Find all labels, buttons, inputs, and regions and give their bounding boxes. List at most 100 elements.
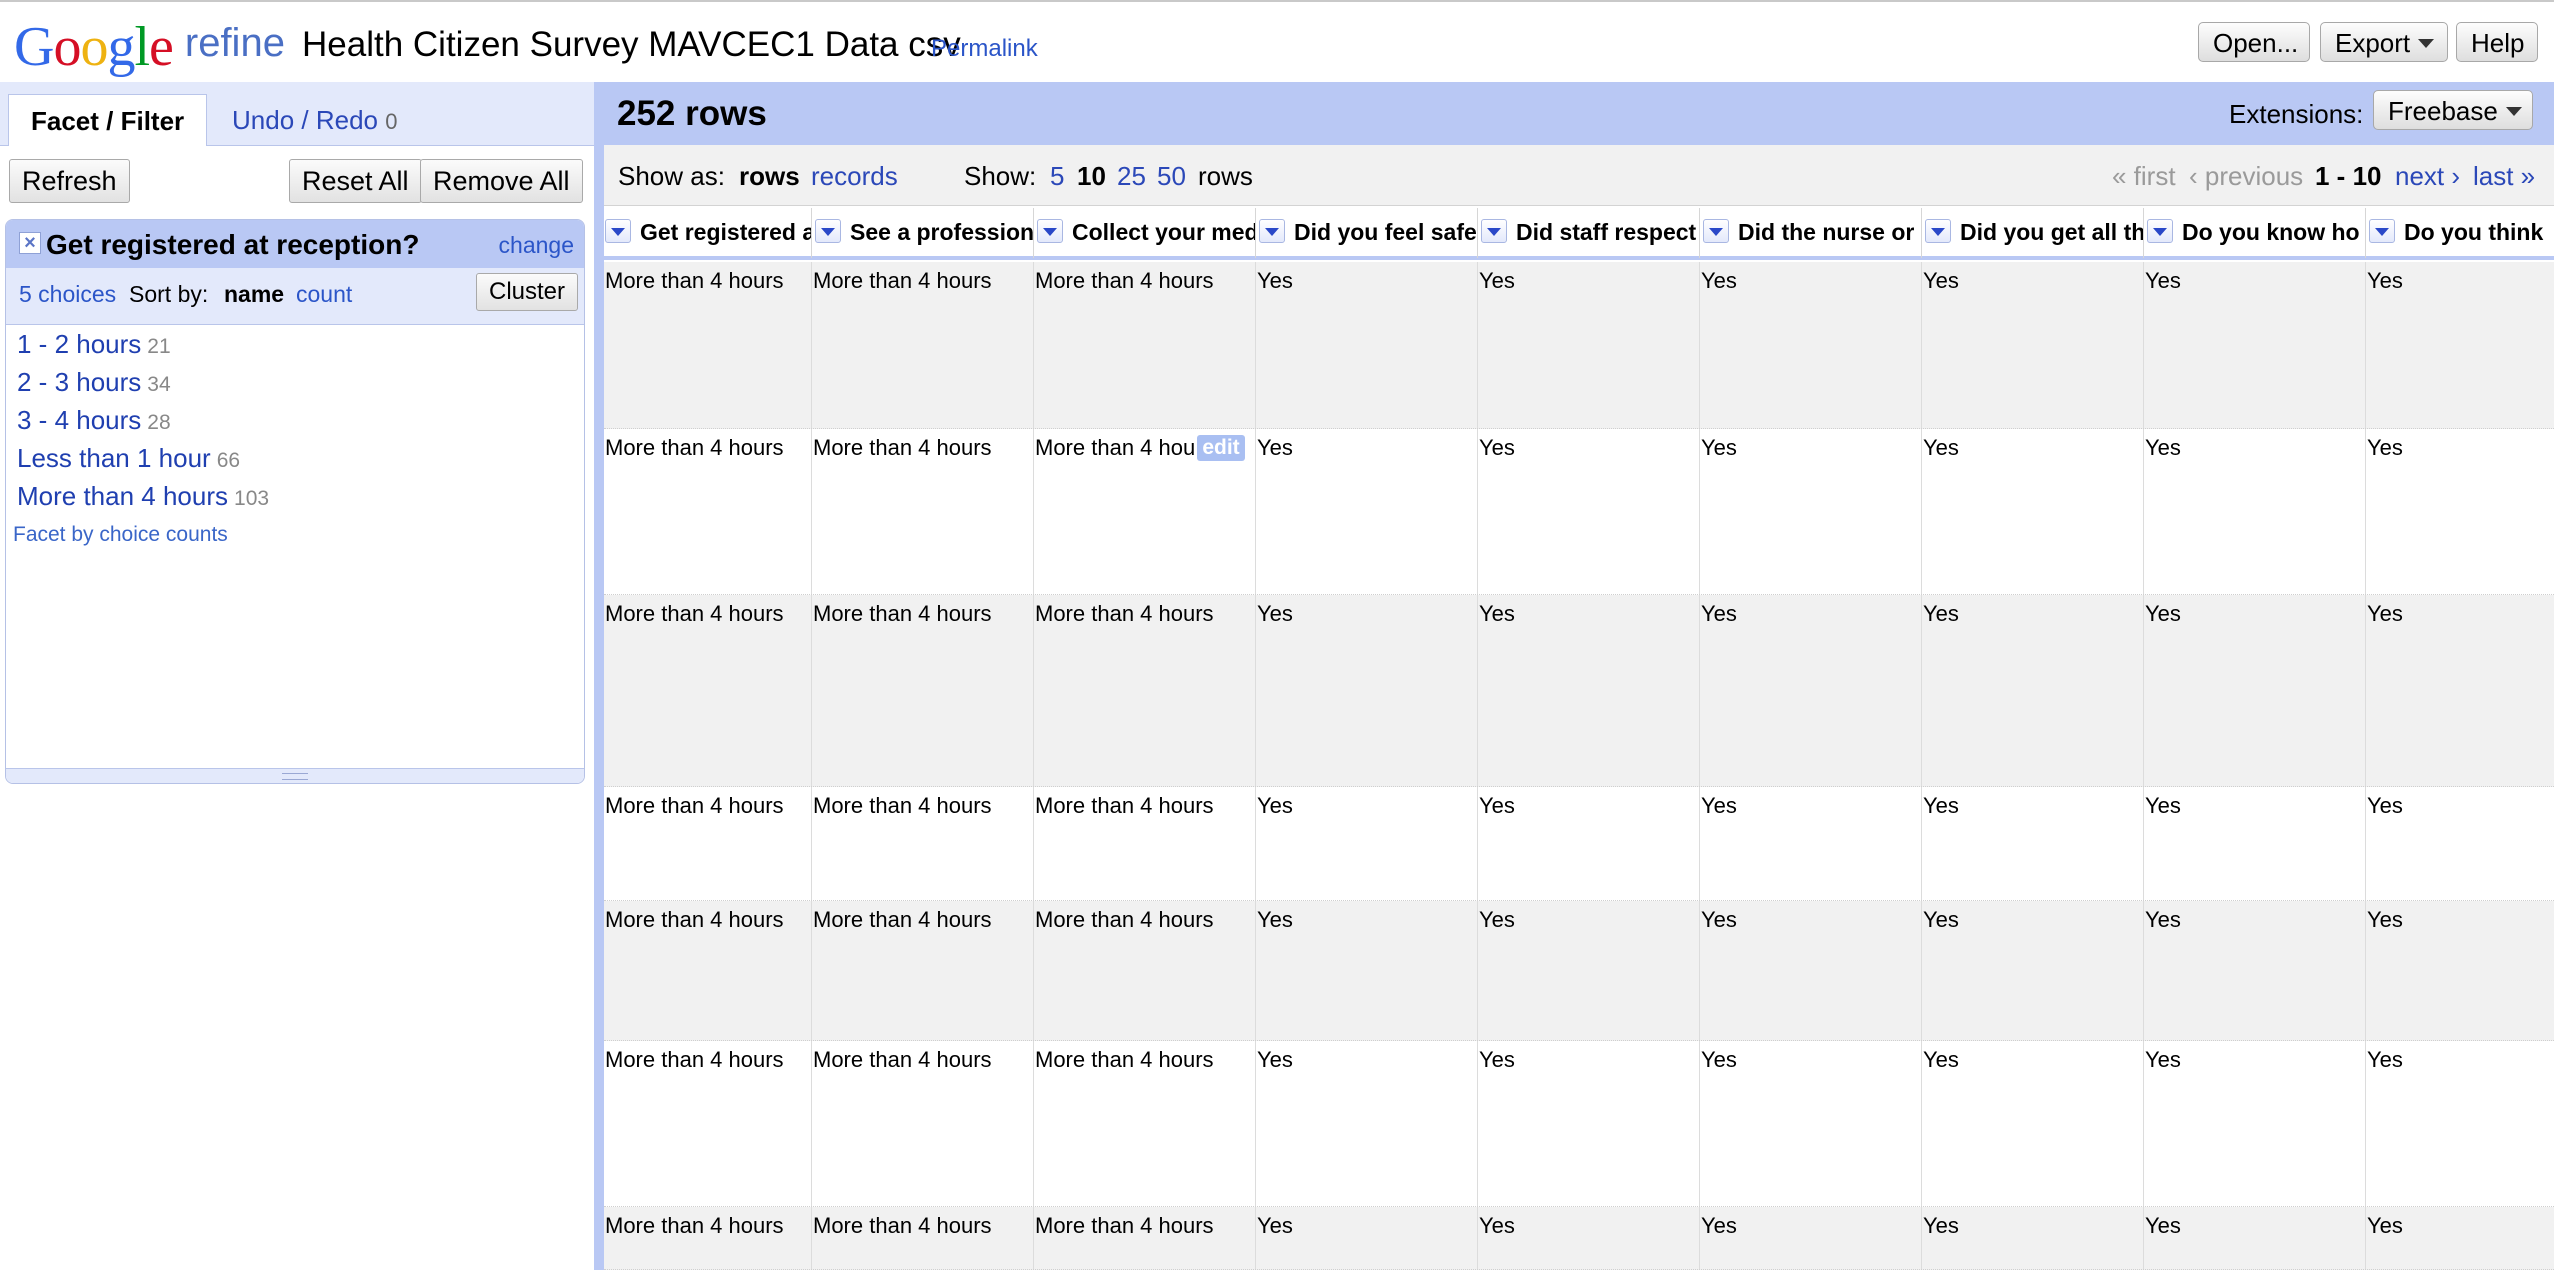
- table-cell[interactable]: Yes: [1256, 1041, 1478, 1206]
- page-size-25[interactable]: 25: [1117, 161, 1146, 192]
- column-menu-dropdown-icon[interactable]: [2147, 219, 2173, 243]
- open-button[interactable]: Open...: [2198, 22, 2310, 62]
- pager-last[interactable]: last »: [2473, 161, 2535, 192]
- freebase-menu-button[interactable]: Freebase: [2373, 90, 2533, 130]
- table-cell[interactable]: More than 4 hours: [1034, 787, 1256, 900]
- cluster-button[interactable]: Cluster: [476, 273, 579, 311]
- column-header[interactable]: Did the nurse or: [1700, 208, 1922, 258]
- column-menu-dropdown-icon[interactable]: [815, 219, 841, 243]
- facet-choice[interactable]: Less than 1 hour 66: [17, 443, 240, 474]
- table-cell[interactable]: Yes: [1478, 429, 1700, 594]
- column-header[interactable]: See a professional: [812, 208, 1034, 258]
- table-cell[interactable]: Yes: [1700, 429, 1922, 594]
- column-menu-dropdown-icon[interactable]: [1703, 219, 1729, 243]
- edit-cell-button[interactable]: edit: [1197, 435, 1245, 461]
- column-menu-dropdown-icon[interactable]: [1481, 219, 1507, 243]
- show-as-records[interactable]: records: [811, 161, 898, 192]
- table-cell[interactable]: Yes: [2144, 901, 2366, 1040]
- column-header[interactable]: Do you think: [2366, 208, 2554, 258]
- table-cell[interactable]: Yes: [1700, 787, 1922, 900]
- table-cell[interactable]: Yes: [2366, 429, 2554, 594]
- table-cell[interactable]: Yes: [1256, 429, 1478, 594]
- facet-choice[interactable]: More than 4 hours 103: [17, 481, 269, 512]
- column-menu-dropdown-icon[interactable]: [605, 219, 631, 243]
- table-cell[interactable]: More than 4 hours: [604, 787, 812, 900]
- facet-choice[interactable]: 2 - 3 hours 34: [17, 367, 171, 398]
- table-cell[interactable]: More than 4 hours: [1034, 262, 1256, 428]
- table-cell[interactable]: Yes: [2144, 787, 2366, 900]
- table-cell[interactable]: More than 4 hours: [1034, 1207, 1256, 1269]
- show-as-rows[interactable]: rows: [739, 161, 800, 192]
- page-size-10[interactable]: 10: [1077, 161, 1106, 192]
- column-menu-dropdown-icon[interactable]: [2369, 219, 2395, 243]
- table-cell[interactable]: More than 4 hours: [1034, 901, 1256, 1040]
- table-cell[interactable]: Yes: [1922, 595, 2144, 786]
- table-cell[interactable]: More than 4 hours: [604, 1207, 812, 1269]
- column-header[interactable]: Collect your medicine: [1034, 208, 1256, 258]
- table-cell[interactable]: Yes: [2144, 595, 2366, 786]
- sort-by-name[interactable]: name: [224, 281, 284, 308]
- table-cell[interactable]: Yes: [1478, 901, 1700, 1040]
- table-cell[interactable]: More than 4 hours: [812, 1207, 1034, 1269]
- page-size-50[interactable]: 50: [1157, 161, 1186, 192]
- column-header[interactable]: Did staff respect: [1478, 208, 1700, 258]
- table-cell[interactable]: Yes: [1700, 262, 1922, 428]
- table-cell[interactable]: More than 4 hours: [1034, 1041, 1256, 1206]
- table-cell[interactable]: Yes: [2366, 595, 2554, 786]
- pager-next[interactable]: next ›: [2395, 161, 2460, 192]
- table-cell[interactable]: Yes: [1256, 901, 1478, 1040]
- table-cell[interactable]: Yes: [2366, 262, 2554, 428]
- tab-facet-filter[interactable]: Facet / Filter: [8, 94, 208, 146]
- column-header[interactable]: Did you get all th: [1922, 208, 2144, 258]
- table-cell[interactable]: Yes: [2144, 1207, 2366, 1269]
- table-cell[interactable]: More than 4 hours: [604, 262, 812, 428]
- tab-undo-redo[interactable]: Undo / Redo 0: [210, 94, 419, 146]
- table-cell[interactable]: Yes: [2144, 262, 2366, 428]
- column-header[interactable]: Get registered at reception?: [602, 208, 812, 258]
- table-cell[interactable]: Yes: [1700, 901, 1922, 1040]
- table-cell[interactable]: More than 4 hours: [812, 901, 1034, 1040]
- table-cell[interactable]: Yes: [1478, 1041, 1700, 1206]
- table-cell[interactable]: Yes: [1922, 1207, 2144, 1269]
- facet-choices-link[interactable]: 5 choices: [19, 281, 116, 308]
- facet-change-link[interactable]: change: [499, 232, 574, 259]
- table-cell[interactable]: Yes: [2366, 1207, 2554, 1269]
- table-cell[interactable]: Yes: [1700, 595, 1922, 786]
- table-cell[interactable]: Yes: [1478, 787, 1700, 900]
- sort-by-count[interactable]: count: [296, 281, 352, 308]
- table-cell[interactable]: More than 4 hours: [812, 429, 1034, 594]
- google-refine-logo[interactable]: Google refine: [14, 12, 285, 82]
- table-cell[interactable]: Yes: [1700, 1041, 1922, 1206]
- panel-divider[interactable]: [594, 82, 604, 1270]
- export-button[interactable]: Export: [2320, 22, 2448, 62]
- column-header[interactable]: Did you feel safe: [1256, 208, 1478, 258]
- table-cell[interactable]: Yes: [1922, 1041, 2144, 1206]
- table-cell[interactable]: More than 4 hours: [812, 1041, 1034, 1206]
- refresh-button[interactable]: Refresh: [9, 159, 130, 203]
- column-header[interactable]: Do you know ho: [2144, 208, 2366, 258]
- remove-all-button[interactable]: Remove All: [420, 159, 583, 203]
- table-cell[interactable]: Yes: [1478, 595, 1700, 786]
- table-cell[interactable]: More than 4 hours: [812, 262, 1034, 428]
- table-cell[interactable]: Yes: [1922, 262, 2144, 428]
- reset-all-button[interactable]: Reset All: [289, 159, 422, 203]
- table-cell[interactable]: More than 4 hours: [604, 429, 812, 594]
- table-cell[interactable]: Yes: [1700, 1207, 1922, 1269]
- table-cell[interactable]: Yes: [1256, 787, 1478, 900]
- table-cell[interactable]: Yes: [2366, 901, 2554, 1040]
- table-cell[interactable]: Yes: [2366, 787, 2554, 900]
- close-icon[interactable]: ×: [19, 232, 41, 254]
- table-cell[interactable]: Yes: [1922, 429, 2144, 594]
- table-cell[interactable]: Yes: [1256, 262, 1478, 428]
- facet-choice[interactable]: 3 - 4 hours 28: [17, 405, 171, 436]
- facet-by-choice-counts-link[interactable]: Facet by choice counts: [13, 523, 228, 547]
- table-cell[interactable]: Yes: [1922, 901, 2144, 1040]
- table-cell[interactable]: Yes: [1478, 262, 1700, 428]
- page-size-5[interactable]: 5: [1050, 161, 1064, 192]
- table-cell[interactable]: More than 4 hours: [812, 787, 1034, 900]
- table-cell[interactable]: Yes: [2366, 1041, 2554, 1206]
- table-cell[interactable]: More than 4 hours: [812, 595, 1034, 786]
- table-cell[interactable]: Yes: [1256, 1207, 1478, 1269]
- table-cell[interactable]: Yes: [1478, 1207, 1700, 1269]
- table-cell[interactable]: Yes: [1922, 787, 2144, 900]
